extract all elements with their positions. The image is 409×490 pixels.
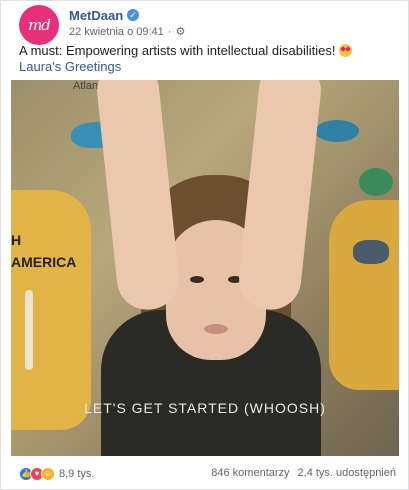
- video-caption: LET'S GET STARTED (WHOOSH): [84, 400, 326, 416]
- map-continent-left: [11, 190, 91, 430]
- post-text: A must: Empowering artists with intellec…: [19, 43, 396, 59]
- mouth: [204, 324, 228, 334]
- post-text-content: A must: Empowering artists with intellec…: [19, 43, 340, 58]
- verified-badge-icon: ✓: [127, 9, 139, 21]
- map-label-h: H: [11, 232, 22, 248]
- whale-illustration-right: [315, 120, 359, 142]
- comments-count-link[interactable]: 846 komentarzy: [211, 467, 289, 479]
- video-player[interactable]: Atlantic Ocean H AMERICA LET'S GET START…: [11, 80, 399, 456]
- rhino-illustration: [353, 240, 389, 264]
- heart-eyes-emoji-icon: [339, 44, 353, 57]
- map-label-america: AMERICA: [11, 254, 77, 270]
- post-header: md MetDaan ✓ 22 kwietnia o 09:41 · ⚙: [19, 5, 398, 45]
- audience-gear-icon[interactable]: ⚙: [175, 25, 185, 38]
- reaction-count[interactable]: 8,9 tys.: [59, 468, 94, 480]
- map-continent-right: [329, 200, 399, 390]
- facebook-post: md MetDaan ✓ 22 kwietnia o 09:41 · ⚙ A m…: [0, 0, 409, 490]
- reaction-summary[interactable]: 👍 ♥ ☺ 8,9 tys.: [19, 467, 94, 481]
- page-avatar[interactable]: md: [19, 5, 59, 45]
- haha-icon: ☺: [41, 467, 55, 481]
- post-stats: 846 komentarzy 2,4 tys. udostępnień: [211, 467, 396, 479]
- post-meta: 22 kwietnia o 09:41 · ⚙: [69, 25, 185, 39]
- post-footer: 👍 ♥ ☺ 8,9 tys. 846 komentarzy 2,4 tys. u…: [19, 467, 396, 483]
- page-name-link[interactable]: MetDaan: [69, 8, 123, 23]
- flamingo-illustration: [25, 290, 33, 370]
- avatar-text: md: [28, 16, 51, 34]
- meta-separator: ·: [167, 25, 172, 38]
- timestamp[interactable]: 22 kwietnia o 09:41: [69, 26, 164, 38]
- shares-count-link[interactable]: 2,4 tys. udostępnień: [298, 467, 396, 479]
- post-link[interactable]: Laura's Greetings: [19, 59, 121, 74]
- turtle-illustration: [359, 168, 393, 196]
- left-eye: [190, 276, 204, 283]
